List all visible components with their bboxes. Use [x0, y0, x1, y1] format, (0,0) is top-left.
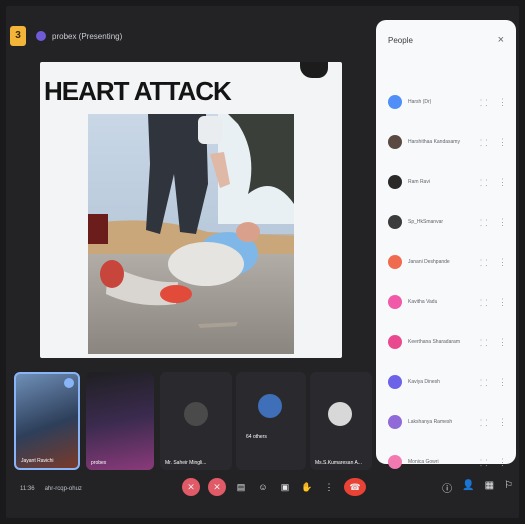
more-icon[interactable]: ⋮ [498, 217, 507, 228]
slide-title: HEART ATTACK [44, 76, 232, 106]
participant-name: Lakshanya Ramesh [408, 419, 453, 425]
call-controls: ✕ ✕ ▤ ☺ ▣ ✋ ⋮ ☎ [182, 478, 366, 496]
avatar [388, 95, 402, 109]
meeting-code: ahr-rcqp-ohuz [44, 486, 82, 492]
avatar [388, 255, 402, 269]
captions-icon[interactable]: ▤ [234, 478, 248, 496]
list-item[interactable]: Sp_HkSmanvar ⸬ ⋮ [376, 202, 516, 242]
participant-name: Kaviya Dinesh [408, 379, 440, 385]
video-tile[interactable]: Ms.S.Kumaresan A... [310, 372, 372, 470]
side-controls: ⓘ 👤 ▦ ⚐ [442, 480, 513, 495]
meeting-badge[interactable]: 3 [10, 26, 26, 46]
people-icon[interactable]: 👤 [462, 480, 474, 495]
list-item[interactable]: Ram Ravi ⸬ ⋮ [376, 162, 516, 202]
tile-label: 64 others [246, 434, 267, 440]
mic-icon[interactable]: ⸬ [480, 456, 487, 469]
list-item[interactable]: Lakshanya Ramesh ⸬ ⋮ [376, 402, 516, 442]
list-item[interactable]: Harshithaa Kandasamy ⸬ ⋮ [376, 122, 516, 162]
participant-name: Ram Ravi [408, 179, 430, 185]
more-icon[interactable]: ⋮ [498, 337, 507, 348]
more-icon[interactable]: ⋮ [498, 97, 507, 108]
emoji-icon[interactable]: ☺ [256, 478, 270, 496]
more-icon[interactable]: ⋮ [498, 377, 507, 388]
video-tile[interactable]: Jayant Ravichi [14, 372, 80, 470]
more-icon[interactable]: ⋮ [498, 297, 507, 308]
participant-list: Harsh (Dr) ⸬ ⋮ Harshithaa Kandasamy ⸬ ⋮ … [376, 82, 516, 482]
people-panel-title: People [388, 36, 413, 45]
mic-icon[interactable]: ⸬ [480, 136, 487, 149]
participant-name: Monica Gowri [408, 459, 439, 465]
avatar [328, 402, 352, 426]
close-icon[interactable]: × [498, 34, 504, 46]
list-item[interactable]: Kavitha Vadu ⸬ ⋮ [376, 282, 516, 322]
avatar [388, 375, 402, 389]
video-tile[interactable]: 64 others [236, 372, 306, 470]
tile-label: Mr. Saheir Mingli... [165, 460, 207, 466]
mic-icon[interactable]: ⸬ [480, 416, 487, 429]
list-item[interactable]: Harsh (Dr) ⸬ ⋮ [376, 82, 516, 122]
avatar [388, 295, 402, 309]
video-tile[interactable]: probex [86, 372, 154, 470]
slide-ink-mark [300, 62, 328, 78]
tile-label: probex [91, 460, 107, 466]
more-icon[interactable]: ⋮ [322, 478, 336, 496]
people-panel: People × Harsh (Dr) ⸬ ⋮ Harshithaa Kanda… [376, 20, 516, 469]
speaking-indicator [64, 378, 74, 388]
slide-photo [88, 114, 294, 354]
more-icon[interactable]: ⋮ [498, 137, 507, 148]
avatar [184, 402, 208, 426]
more-icon[interactable]: ⋮ [498, 457, 507, 468]
list-item[interactable]: Monica Gowri ⸬ ⋮ [376, 442, 516, 482]
participant-name: Sp_HkSmanvar [408, 219, 444, 225]
more-icon[interactable]: ⋮ [498, 417, 507, 428]
avatar [388, 175, 402, 189]
shared-slide: HEART ATTACK [40, 62, 342, 358]
mic-icon[interactable]: ⸬ [480, 376, 487, 389]
list-item[interactable]: Kaviya Dinesh ⸬ ⋮ [376, 362, 516, 402]
mic-icon[interactable]: ⸬ [480, 256, 487, 269]
avatar [388, 415, 402, 429]
activities-icon[interactable]: ⚐ [504, 480, 513, 495]
tile-label: Jayant Ravichi [21, 458, 54, 464]
participant-name: Kavitha Vadu [408, 299, 438, 305]
meeting-time: 11:36 [20, 486, 35, 492]
list-item[interactable]: Janani Deshpande ⸬ ⋮ [376, 242, 516, 282]
avatar [258, 394, 282, 418]
more-icon[interactable]: ⋮ [498, 257, 507, 268]
camera-off-icon[interactable]: ✕ [208, 478, 226, 496]
raise-hand-icon[interactable]: ✋ [300, 478, 314, 496]
avatar [388, 215, 402, 229]
presenting-chip[interactable]: probex (Presenting) [36, 28, 122, 44]
more-icon[interactable]: ⋮ [498, 177, 507, 188]
mic-icon[interactable]: ⸬ [480, 96, 487, 109]
presenter-avatar [36, 31, 46, 41]
mic-off-icon[interactable]: ✕ [182, 478, 200, 496]
participant-name: Harshithaa Kandasamy [408, 139, 460, 145]
meeting-details: 11:36 ahr-rcqp-ohuz [20, 486, 82, 492]
info-icon[interactable]: ⓘ [442, 480, 452, 495]
mic-icon[interactable]: ⸬ [480, 176, 487, 189]
mic-icon[interactable]: ⸬ [480, 296, 487, 309]
list-item[interactable]: Keerthana Sharadaram ⸬ ⋮ [376, 322, 516, 362]
end-call-icon[interactable]: ☎ [344, 478, 366, 496]
avatar [388, 135, 402, 149]
tile-label: Ms.S.Kumaresan A... [315, 460, 362, 466]
chat-icon[interactable]: ▦ [485, 480, 494, 495]
mic-icon[interactable]: ⸬ [480, 216, 487, 229]
avatar [388, 455, 402, 469]
presenter-label: probex (Presenting) [52, 31, 123, 41]
participant-name: Harsh (Dr) [408, 99, 432, 105]
avatar [388, 335, 402, 349]
video-tile[interactable]: Mr. Saheir Mingli... [160, 372, 232, 470]
mic-icon[interactable]: ⸬ [480, 336, 487, 349]
participant-name: Keerthana Sharadaram [408, 339, 460, 345]
participant-name: Janani Deshpande [408, 259, 450, 265]
present-icon[interactable]: ▣ [278, 478, 292, 496]
